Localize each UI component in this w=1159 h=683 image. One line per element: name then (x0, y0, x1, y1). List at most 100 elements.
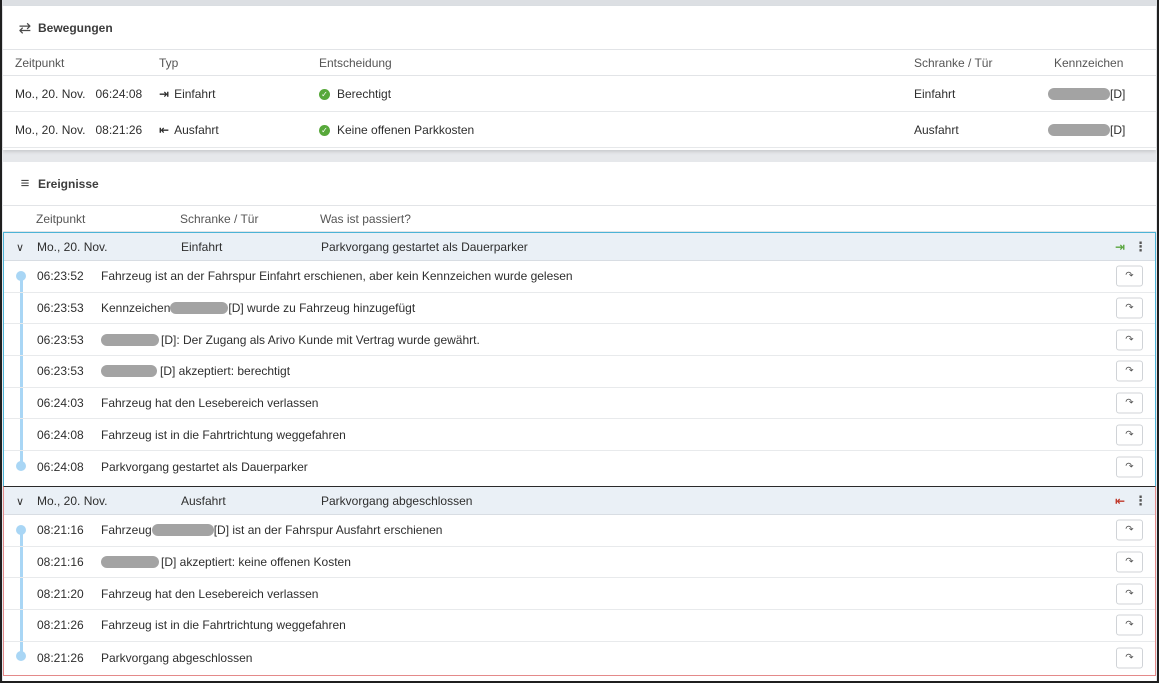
movements-panel: ⇄ Bewegungen Zeitpunkt Typ Entscheidung … (3, 6, 1156, 150)
col-zeitpunkt: Zeitpunkt (15, 55, 65, 70)
replay-button[interactable]: ↷ (1116, 424, 1143, 446)
group-date: Mo., 20. Nov. (37, 494, 108, 508)
event-text-suffix: [D] akzeptiert: berechtigt (160, 364, 291, 379)
list-icon: ≡ (20, 175, 30, 192)
replay-button[interactable]: ↷ (1116, 297, 1143, 319)
event-text-suffix: [D] akzeptiert: keine offenen Kosten (161, 555, 351, 570)
col-was-ist-passiert: Was ist passiert? (320, 211, 411, 226)
movement-gate: Einfahrt (914, 87, 956, 101)
redo-icon: ↷ (1125, 334, 1134, 346)
event-text: Fahrzeug (101, 523, 152, 538)
group-date: Mo., 20. Nov. (37, 240, 108, 254)
event-text: Fahrzeug hat den Lesebereich verlassen (101, 396, 319, 411)
list-item: 08:21:20 Fahrzeug hat den Lesebereich ve… (4, 578, 1155, 611)
swap-arrows-icon: ⇄ (18, 19, 32, 37)
event-time: 08:21:26 (37, 618, 84, 633)
list-item: 06:23:53 [D] akzeptiert: berechtigt ↷ (4, 356, 1155, 388)
col-schranke: Schranke / Tür (180, 211, 259, 226)
kebab-menu-icon[interactable]: ⋮ (1134, 487, 1147, 515)
replay-button[interactable]: ↷ (1116, 583, 1143, 605)
group-summary: Parkvorgang gestartet als Dauerparker (321, 240, 528, 254)
col-schranke: Schranke / Tür (914, 55, 993, 70)
movement-gate: Ausfahrt (914, 123, 959, 137)
entry-arrow-icon: ⇥ (159, 87, 170, 101)
chevron-down-icon[interactable]: ∨ (16, 233, 24, 261)
movement-time: Mo., 20. Nov. 08:21:26 (15, 123, 143, 137)
event-time: 08:21:26 (37, 650, 84, 665)
events-panel: ≡ Ereignisse Zeitpunkt Schranke / Tür Wa… (3, 162, 1156, 681)
replay-button[interactable]: ↷ (1116, 647, 1143, 669)
event-time: 06:23:52 (37, 269, 84, 284)
col-typ: Typ (159, 55, 179, 70)
event-time: 06:23:53 (37, 301, 84, 316)
list-item: 08:21:26 Parkvorgang abgeschlossen ↷ (4, 642, 1155, 674)
event-text: Fahrzeug ist an der Fahrspur Einfahrt er… (101, 269, 573, 284)
col-zeitpunkt: Zeitpunkt (36, 211, 86, 226)
event-text: Parkvorgang gestartet als Dauerparker (101, 459, 308, 474)
event-time: 06:23:53 (37, 364, 84, 379)
group-summary: Parkvorgang abgeschlossen (321, 494, 473, 508)
redo-icon: ↷ (1125, 397, 1134, 409)
list-item: 06:23:53 [D]: Der Zugang als Arivo Kunde… (4, 324, 1155, 357)
replay-button[interactable]: ↷ (1116, 392, 1143, 414)
movements-title-label: Bewegungen (38, 20, 113, 35)
group-gate: Ausfahrt (181, 494, 226, 508)
redo-icon: ↷ (1125, 302, 1134, 314)
entry-arrow-icon: ⇥ (1114, 240, 1125, 254)
events-title: ≡ Ereignisse (3, 162, 1156, 206)
events-title-label: Ereignisse (38, 176, 99, 191)
group-gate: Einfahrt (181, 240, 223, 254)
event-group-header[interactable]: ∨ Mo., 20. Nov. Einfahrt Parkvorgang ges… (4, 233, 1155, 261)
chevron-down-icon[interactable]: ∨ (16, 487, 24, 515)
check-icon: ✓ (319, 124, 330, 136)
redo-icon: ↷ (1125, 588, 1134, 600)
event-time: 06:23:53 (37, 332, 84, 347)
replay-button[interactable]: ↷ (1116, 265, 1143, 287)
check-icon: ✓ (319, 88, 330, 100)
movement-row[interactable]: Mo., 20. Nov. 06:24:08 ⇥ Einfahrt ✓ Bere… (3, 76, 1156, 112)
movement-type: Ausfahrt (174, 123, 219, 137)
movement-type: Einfahrt (174, 87, 216, 101)
movement-row[interactable]: Mo., 20. Nov. 08:21:26 ⇤ Ausfahrt ✓ Kein… (3, 112, 1156, 148)
replay-button[interactable]: ↷ (1116, 329, 1143, 351)
event-group-entry: ∨ Mo., 20. Nov. Einfahrt Parkvorgang ges… (3, 232, 1156, 487)
event-text-suffix: [D]: Der Zugang als Arivo Kunde mit Vert… (161, 332, 480, 347)
list-item: 08:21:16 [D] akzeptiert: keine offenen K… (4, 547, 1155, 579)
event-list: 06:23:52 Fahrzeug ist an der Fahrspur Ei… (4, 261, 1155, 483)
redacted-plate (151, 524, 214, 537)
replay-button[interactable]: ↷ (1116, 614, 1143, 636)
redo-icon: ↷ (1125, 619, 1134, 631)
event-text-suffix: [D] ist an der Fahrspur Ausfahrt erschie… (213, 523, 443, 538)
event-group-header[interactable]: ∨ Mo., 20. Nov. Ausfahrt Parkvorgang abg… (4, 487, 1155, 515)
event-time: 08:21:16 (37, 523, 84, 538)
list-item: 06:24:03 Fahrzeug hat den Lesebereich ve… (4, 388, 1155, 420)
redacted-plate (101, 365, 157, 378)
window-frame-left (0, 0, 2, 683)
redacted-plate (1048, 124, 1110, 136)
event-text: Kennzeichen (101, 301, 171, 316)
plate-suffix: [D] (1110, 87, 1126, 101)
event-text: Fahrzeug ist in die Fahrtrichtung weggef… (101, 427, 346, 442)
replay-button[interactable]: ↷ (1116, 551, 1143, 573)
replay-button[interactable]: ↷ (1116, 519, 1143, 541)
event-text: Parkvorgang abgeschlossen (101, 650, 253, 665)
redo-icon: ↷ (1125, 652, 1134, 664)
redo-icon: ↷ (1125, 365, 1134, 377)
list-item: 06:23:53 Kennzeichen [D] wurde zu Fahrze… (4, 293, 1155, 325)
replay-button[interactable]: ↷ (1116, 456, 1143, 478)
redo-icon: ↷ (1125, 461, 1134, 473)
events-column-header: Zeitpunkt Schranke / Tür Was ist passier… (3, 206, 1156, 232)
movements-column-header: Zeitpunkt Typ Entscheidung Schranke / Tü… (3, 50, 1156, 76)
replay-button[interactable]: ↷ (1116, 360, 1143, 382)
kebab-menu-icon[interactable]: ⋮ (1134, 233, 1147, 261)
exit-arrow-icon: ⇤ (1114, 494, 1125, 508)
event-list: 08:21:16 Fahrzeug [D] ist an der Fahrspu… (4, 515, 1155, 673)
event-text: Fahrzeug hat den Lesebereich verlassen (101, 586, 319, 601)
redacted-plate (101, 333, 159, 346)
redacted-plate (170, 302, 229, 315)
event-group-exit: ∨ Mo., 20. Nov. Ausfahrt Parkvorgang abg… (3, 486, 1156, 676)
redo-icon: ↷ (1125, 524, 1134, 536)
redo-icon: ↷ (1125, 556, 1134, 568)
redacted-plate (1048, 88, 1110, 100)
list-item: 06:23:52 Fahrzeug ist an der Fahrspur Ei… (4, 261, 1155, 293)
